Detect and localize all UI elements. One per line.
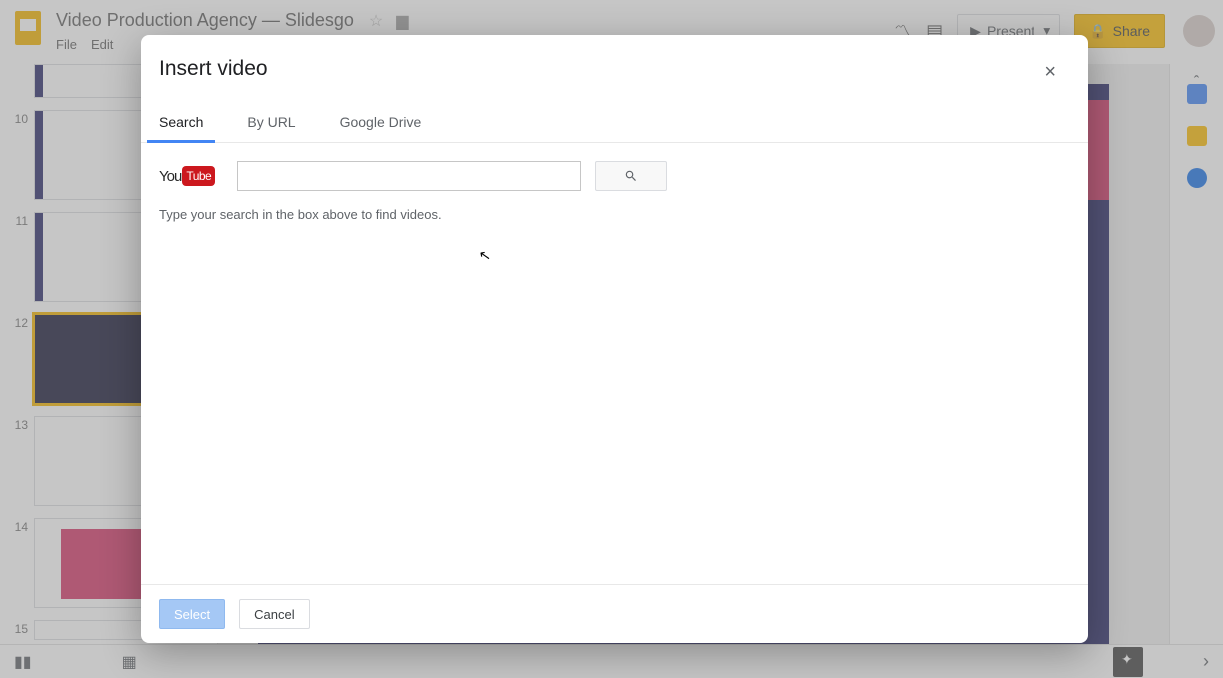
search-icon (624, 169, 638, 183)
tab-search[interactable]: Search (159, 106, 203, 142)
video-search-input[interactable] (237, 161, 581, 191)
tab-google-drive[interactable]: Google Drive (340, 106, 422, 142)
close-button[interactable]: × (1036, 57, 1064, 88)
dialog-tabs: Search By URL Google Drive (141, 92, 1088, 143)
youtube-logo-icon: YouTube (159, 163, 223, 189)
select-button[interactable]: Select (159, 599, 225, 629)
tab-by-url[interactable]: By URL (247, 106, 295, 142)
cancel-button[interactable]: Cancel (239, 599, 309, 629)
search-hint-text: Type your search in the box above to fin… (159, 207, 1070, 222)
search-button[interactable] (595, 161, 667, 191)
insert-video-dialog: Insert video × Search By URL Google Driv… (141, 35, 1088, 643)
dialog-title: Insert video (159, 57, 268, 81)
